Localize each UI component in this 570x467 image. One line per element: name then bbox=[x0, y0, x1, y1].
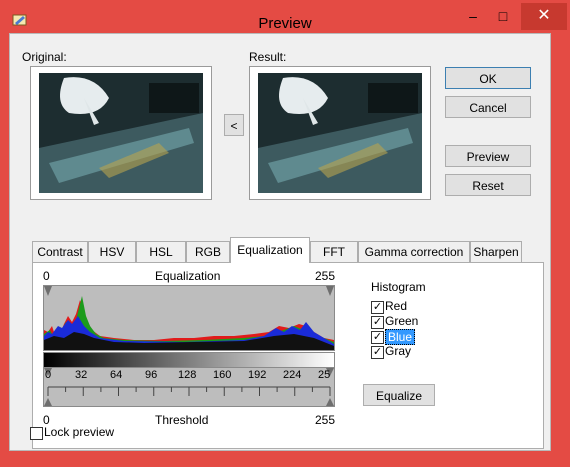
preview-dialog: Preview – □ ✕ Original: Result: < OK Can… bbox=[0, 0, 570, 467]
equalization-min-label: 0 bbox=[43, 269, 50, 283]
check-icon: ✓ bbox=[371, 316, 384, 329]
checkbox-icon bbox=[30, 427, 43, 440]
equalization-panel: 0 Equalization 255 0 32 64 96 128 160 19… bbox=[32, 262, 544, 449]
preview-button[interactable]: Preview bbox=[445, 145, 531, 167]
reset-button[interactable]: Reset bbox=[445, 174, 531, 196]
original-label: Original: bbox=[22, 50, 67, 64]
tab-sharpen[interactable]: Sharpen bbox=[470, 241, 522, 262]
red-label: Red bbox=[385, 299, 408, 313]
threshold-ruler[interactable]: 0 32 64 96 128 160 192 224 25 bbox=[43, 367, 335, 407]
result-label: Result: bbox=[249, 50, 287, 64]
low-slider-handle[interactable] bbox=[44, 286, 52, 296]
threshold-max-label: 255 bbox=[315, 413, 336, 427]
minimize-button[interactable]: – bbox=[458, 5, 488, 29]
ok-button[interactable]: OK bbox=[445, 67, 531, 89]
threshold-label: Threshold bbox=[155, 413, 209, 427]
cancel-button[interactable]: Cancel bbox=[445, 96, 531, 118]
original-image bbox=[39, 73, 203, 193]
lock-preview-label: Lock preview bbox=[44, 425, 115, 439]
tab-hsl[interactable]: HSL bbox=[136, 241, 186, 262]
swap-button[interactable]: < bbox=[224, 114, 244, 136]
ruler-tick-label: 32 bbox=[75, 369, 88, 381]
histogram-title: Histogram bbox=[371, 280, 426, 294]
histogram-graph[interactable] bbox=[43, 285, 335, 351]
tab-equalization[interactable]: Equalization bbox=[230, 237, 310, 263]
tab-rgb[interactable]: RGB bbox=[186, 241, 230, 262]
maximize-button[interactable]: □ bbox=[488, 5, 518, 29]
dialog-body: Original: Result: < OK Cancel Preview Re… bbox=[9, 33, 551, 451]
close-button[interactable]: ✕ bbox=[521, 3, 567, 30]
result-preview bbox=[249, 66, 431, 200]
ruler-tick-label: 96 bbox=[145, 369, 158, 381]
tab-fft[interactable]: FFT bbox=[310, 241, 358, 262]
equalization-max-label: 255 bbox=[315, 269, 336, 283]
ruler-tick-label: 128 bbox=[178, 369, 197, 381]
ruler-tick-label: 25 bbox=[318, 369, 331, 381]
ruler-tick-label: 224 bbox=[283, 369, 302, 381]
check-icon: ✓ bbox=[371, 301, 384, 314]
check-icon: ✓ bbox=[371, 331, 384, 344]
tab-gamma-correction[interactable]: Gamma correction bbox=[358, 241, 470, 262]
equalize-button[interactable]: Equalize bbox=[363, 384, 435, 406]
tab-contrast[interactable]: Contrast bbox=[32, 241, 88, 262]
gray-label: Gray bbox=[385, 344, 412, 358]
blue-label: Blue bbox=[385, 329, 416, 345]
green-label: Green bbox=[385, 314, 419, 328]
ruler-tick-label: 192 bbox=[248, 369, 267, 381]
result-image bbox=[258, 73, 422, 193]
original-preview bbox=[30, 66, 212, 200]
ruler-tick-label: 160 bbox=[213, 369, 232, 381]
tab-hsv[interactable]: HSV bbox=[88, 241, 136, 262]
high-slider-handle[interactable] bbox=[326, 286, 334, 296]
ruler-tick-label: 0 bbox=[45, 369, 52, 381]
gray-gradient-bar bbox=[43, 352, 335, 368]
equalization-label: Equalization bbox=[155, 269, 221, 283]
check-icon: ✓ bbox=[371, 346, 384, 359]
histogram-group: Histogram ✓ Red ✓ Green ✓ Blue ✓ Gray bbox=[363, 280, 427, 369]
ruler-tick-label: 64 bbox=[110, 369, 123, 381]
